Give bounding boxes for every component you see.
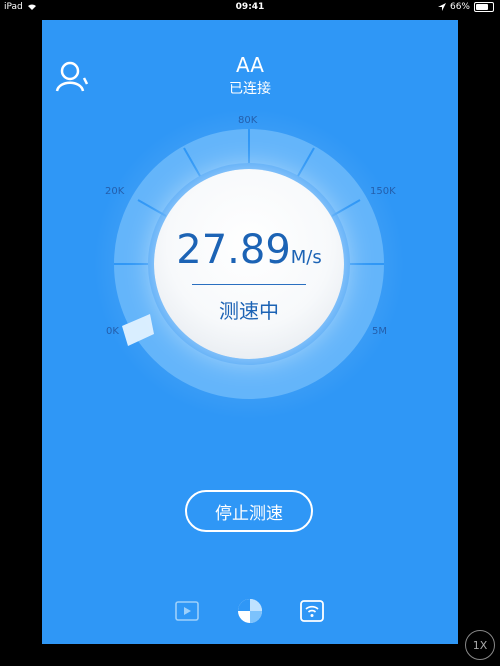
battery-percent: 66% bbox=[449, 2, 470, 12]
video-tab[interactable] bbox=[172, 596, 202, 626]
gauge-label-150k: 150K bbox=[370, 186, 396, 197]
dial-divider bbox=[192, 284, 306, 285]
stop-test-button[interactable]: 停止测速 bbox=[185, 490, 313, 532]
test-status: 测速中 bbox=[219, 299, 279, 323]
app-screen: 0K 20K 80K 150K 5M AA 已连接 27.89M/s 测速中 停… bbox=[42, 20, 458, 644]
video-icon bbox=[175, 601, 199, 621]
speedtest-icon bbox=[238, 599, 262, 623]
bottom-toolbar bbox=[42, 596, 458, 626]
connection-status: 已连接 bbox=[229, 81, 271, 97]
location-icon bbox=[437, 3, 446, 11]
gauge-label-0k: 0K bbox=[106, 326, 119, 337]
speedtest-tab[interactable] bbox=[235, 596, 265, 626]
wifi-icon bbox=[300, 600, 324, 622]
battery-icon bbox=[474, 2, 494, 12]
status-bar: iPad 09:41 66% bbox=[0, 0, 500, 16]
gauge-label-80k: 80K bbox=[238, 115, 258, 126]
speed-dial: 27.89M/s 测速中 bbox=[154, 169, 344, 359]
wifi-tab[interactable] bbox=[297, 596, 327, 626]
gauge-label-20k: 20K bbox=[105, 186, 125, 197]
speed-unit: M/s bbox=[290, 247, 322, 268]
speed-readout: 27.89M/s bbox=[154, 227, 344, 273]
network-name: AA bbox=[236, 53, 264, 77]
zoom-badge[interactable]: 1X bbox=[465, 630, 495, 660]
speed-value: 27.89 bbox=[176, 227, 291, 273]
clock: 09:41 bbox=[235, 2, 265, 12]
gauge-label-5m: 5M bbox=[372, 326, 387, 337]
